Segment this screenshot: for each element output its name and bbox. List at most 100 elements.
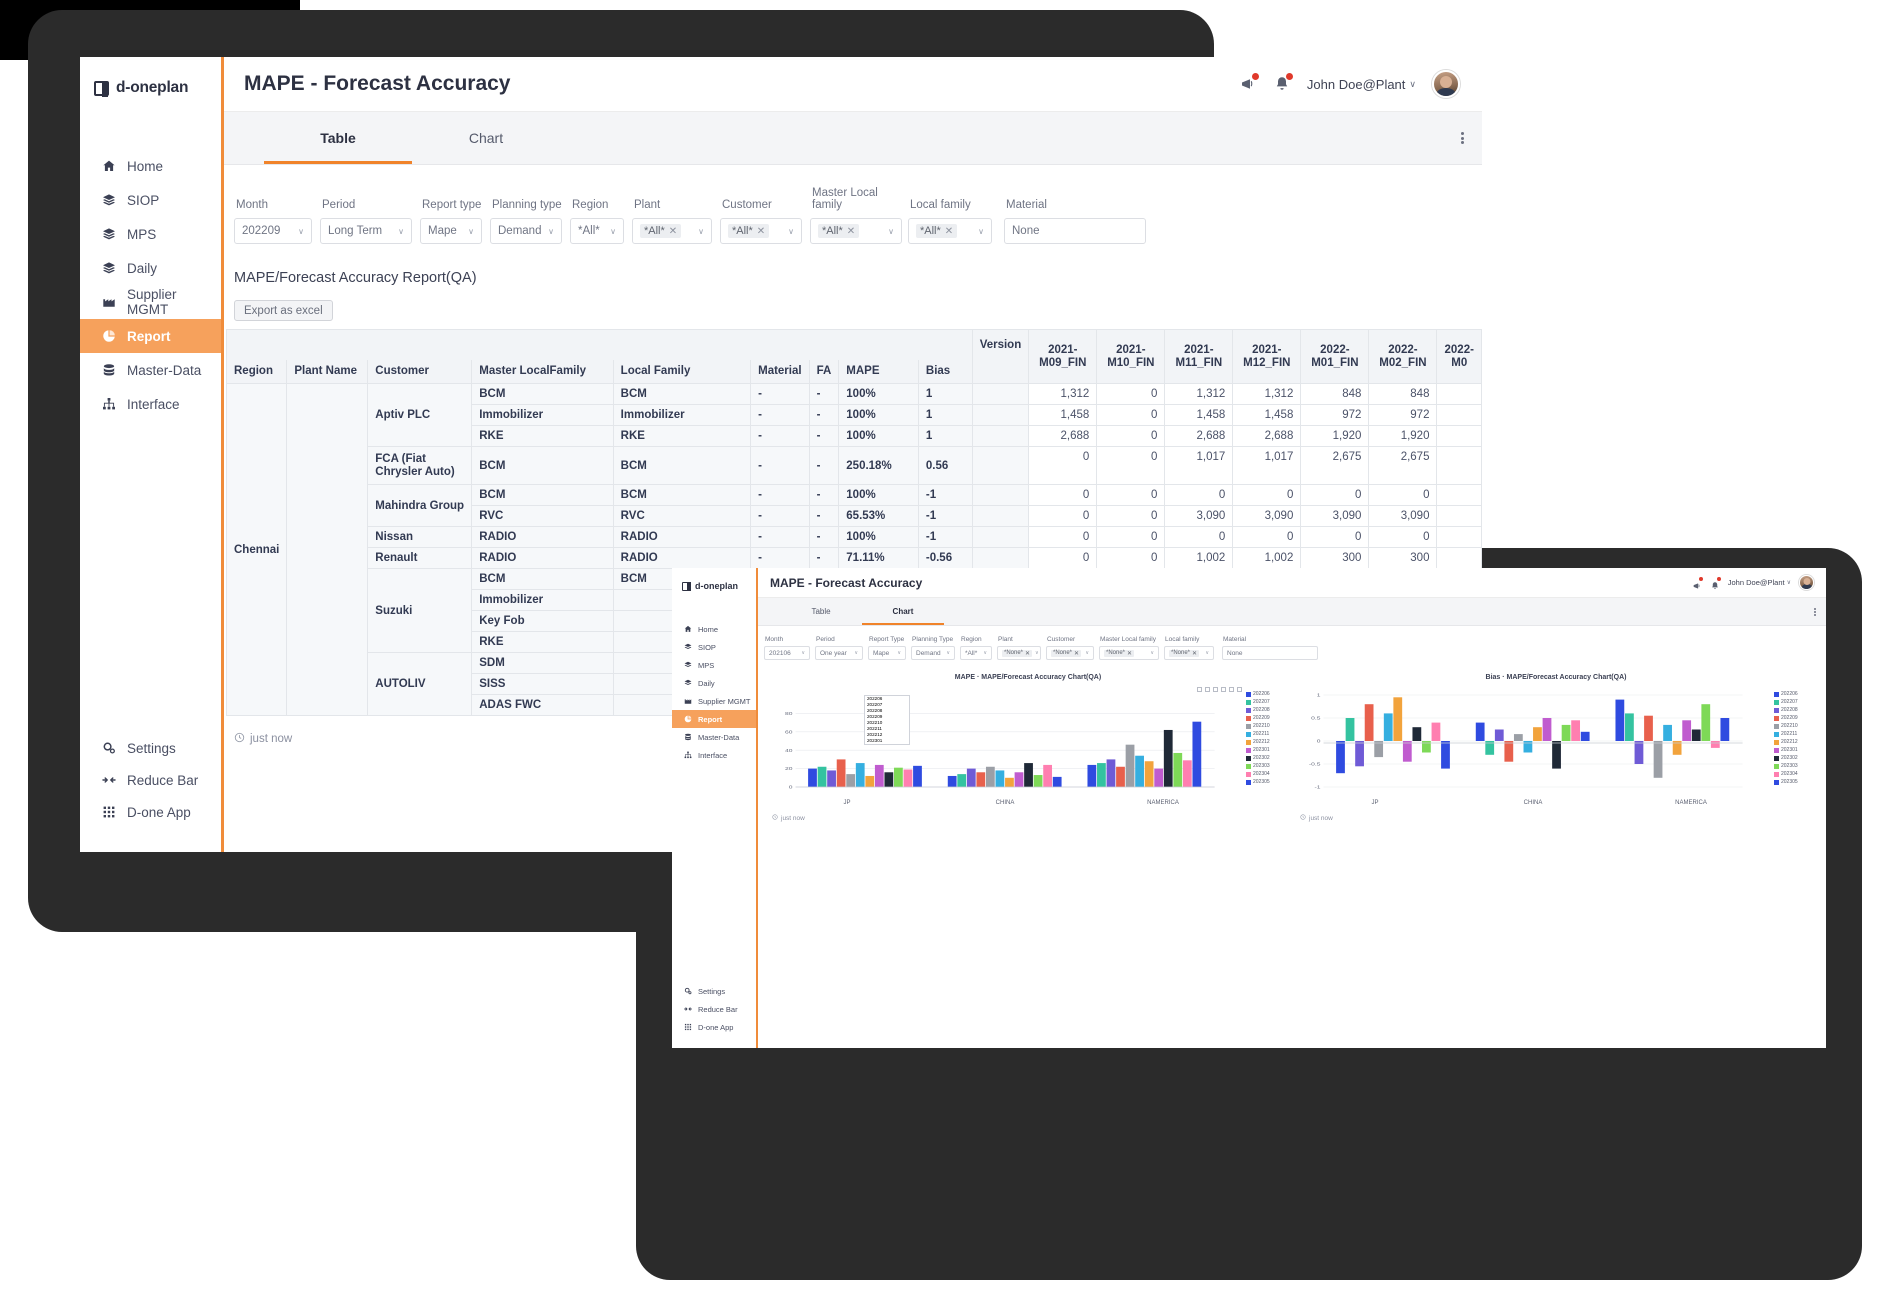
local-family-select[interactable]: *None*✕∨: [1164, 646, 1214, 660]
legend-item[interactable]: 202209: [1774, 715, 1816, 722]
tab-table[interactable]: Table: [264, 112, 412, 164]
legend-item[interactable]: 202207: [1246, 699, 1288, 706]
legend-item[interactable]: 202208: [1774, 707, 1816, 714]
chart-tool-icon[interactable]: [1197, 687, 1202, 692]
more-options-icon[interactable]: [1461, 112, 1482, 164]
planning-type-select[interactable]: Demand∨: [490, 218, 562, 244]
sidebar-item-settings[interactable]: Settings: [80, 732, 221, 764]
plant-tag[interactable]: *All*✕: [640, 224, 681, 238]
legend-item[interactable]: 202305: [1246, 779, 1288, 786]
sidebar-item-siop[interactable]: SIOP: [672, 638, 756, 656]
export-as-excel-button[interactable]: Export as excel: [234, 300, 333, 321]
legend-item[interactable]: 202210: [1246, 723, 1288, 730]
customer-select[interactable]: *All*✕∨: [720, 218, 802, 244]
table-row[interactable]: Nissan RADIO RADIO - - 100% -1 0 0 0 0: [227, 527, 1482, 548]
report-type-select[interactable]: Mape∨: [868, 646, 906, 660]
report-type-select[interactable]: Mape∨: [420, 218, 482, 244]
sidebar-item-home[interactable]: Home: [672, 620, 756, 638]
chart-tool-icon[interactable]: [1221, 687, 1226, 692]
local-family-tag[interactable]: *None*✕: [1169, 650, 1199, 657]
sidebar-item-daily[interactable]: Daily: [672, 674, 756, 692]
master-local-family-tag[interactable]: *None*✕: [1104, 650, 1134, 657]
table-row[interactable]: Mahindra Group BCM BCM - - 100% -1 0 0 0…: [227, 485, 1482, 506]
sidebar-item-supplier-mgmt[interactable]: Supplier MGMT: [80, 285, 221, 319]
master-local-family-select[interactable]: *All*✕∨: [810, 218, 902, 244]
sidebar-item-reduce-bar[interactable]: Reduce Bar: [80, 764, 221, 796]
chart-tool-icon[interactable]: [1213, 687, 1218, 692]
remove-tag-icon[interactable]: ✕: [1192, 650, 1197, 657]
head-version[interactable]: Version: [972, 330, 1029, 360]
chart-tool-icon[interactable]: [1205, 687, 1210, 692]
month-select[interactable]: 202209∨: [234, 218, 312, 244]
table-row[interactable]: Chennai Aptiv PLC BCM BCM - - 100% 1 1,3…: [227, 384, 1482, 405]
head-month-6[interactable]: 2022-M0: [1437, 330, 1482, 384]
plant-select[interactable]: *None*✕∨: [997, 646, 1041, 660]
head-bias[interactable]: Bias: [918, 360, 972, 384]
head-month-3[interactable]: 2021-M12_FIN: [1233, 330, 1301, 384]
region-select[interactable]: *All*∨: [960, 646, 992, 660]
chart-toolbar[interactable]: [1197, 687, 1242, 692]
more-options-icon[interactable]: [1814, 598, 1826, 625]
sidebar-item-d-one-app[interactable]: D-one App: [672, 1018, 756, 1036]
table-row[interactable]: Renault RADIO RADIO - - 71.11% -0.56 0 0…: [227, 548, 1482, 569]
announcement-icon[interactable]: [1239, 75, 1257, 93]
head-month-1[interactable]: 2021-M10_FIN: [1097, 330, 1165, 384]
legend-item[interactable]: 202305: [1774, 779, 1816, 786]
head-local-family[interactable]: Local Family: [613, 360, 750, 384]
sidebar-item-mps[interactable]: MPS: [672, 656, 756, 674]
remove-tag-icon[interactable]: ✕: [757, 226, 765, 237]
notification-bell-icon[interactable]: [1273, 75, 1291, 93]
month-select[interactable]: 202106∨: [764, 646, 810, 660]
legend-item[interactable]: 202208: [1246, 707, 1288, 714]
legend-item[interactable]: 202304: [1246, 771, 1288, 778]
head-month-0[interactable]: 2021-M09_FIN: [1029, 330, 1097, 384]
sidebar-item-report[interactable]: Report: [80, 319, 221, 353]
customer-tag[interactable]: *None*✕: [1051, 650, 1081, 657]
legend-item[interactable]: 202301: [1774, 747, 1816, 754]
app-logo[interactable]: d-oneplan: [80, 57, 221, 103]
planning-type-select[interactable]: Demand∨: [911, 646, 955, 660]
remove-tag-icon[interactable]: ✕: [1127, 650, 1132, 657]
period-select[interactable]: Long Term∨: [320, 218, 412, 244]
legend-item[interactable]: 202212: [1774, 739, 1816, 746]
head-month-4[interactable]: 2022-M01_FIN: [1301, 330, 1369, 384]
head-master-local-family[interactable]: Master LocalFamily: [472, 360, 613, 384]
plot-bias[interactable]: -1-0.500.51 2022062022072022082022092022…: [1296, 687, 1816, 799]
head-customer[interactable]: Customer: [368, 360, 472, 384]
avatar[interactable]: [1432, 70, 1460, 98]
legend-item[interactable]: 202211: [1246, 731, 1288, 738]
sidebar-item-supplier-mgmt[interactable]: Supplier MGMT: [672, 692, 756, 710]
master-local-family-tag[interactable]: *All*✕: [818, 224, 859, 238]
sidebar-item-master-data[interactable]: Master-Data: [672, 728, 756, 746]
local-family-tag[interactable]: *All*✕: [916, 224, 957, 238]
remove-tag-icon[interactable]: ✕: [847, 226, 855, 237]
user-menu[interactable]: John Doe@Plant ∨: [1728, 578, 1791, 587]
remove-tag-icon[interactable]: ✕: [1025, 650, 1030, 657]
period-select[interactable]: One year∨: [815, 646, 863, 660]
head-plant-name[interactable]: Plant Name: [287, 360, 368, 384]
sidebar-item-settings[interactable]: Settings: [672, 982, 756, 1000]
sidebar-item-interface[interactable]: Interface: [672, 746, 756, 764]
sidebar-item-daily[interactable]: Daily: [80, 251, 221, 285]
legend-item[interactable]: 202302: [1774, 755, 1816, 762]
customer-tag[interactable]: *All*✕: [728, 224, 769, 238]
legend-item[interactable]: 202212: [1246, 739, 1288, 746]
chart-legend-bias[interactable]: 2022062022072022082022092022102022112022…: [1774, 691, 1816, 786]
head-fa[interactable]: FA: [809, 360, 839, 384]
announcement-icon[interactable]: [1692, 578, 1702, 588]
material-input[interactable]: None: [1004, 218, 1146, 244]
legend-item[interactable]: 202206: [1246, 691, 1288, 698]
legend-item[interactable]: 202209: [1246, 715, 1288, 722]
sidebar-item-home[interactable]: Home: [80, 149, 221, 183]
avatar[interactable]: [1799, 575, 1814, 590]
chart-legend-mape[interactable]: 2022062022072022082022092022102022112022…: [1246, 691, 1288, 786]
head-month-2[interactable]: 2021-M11_FIN: [1165, 330, 1233, 384]
material-input[interactable]: None: [1222, 646, 1318, 660]
head-mape[interactable]: MAPE: [839, 360, 919, 384]
legend-item[interactable]: 202207: [1774, 699, 1816, 706]
legend-item[interactable]: 202303: [1246, 763, 1288, 770]
tab-table[interactable]: Table: [780, 598, 862, 625]
app-logo-2[interactable]: d-oneplan: [672, 568, 756, 594]
tab-chart[interactable]: Chart: [412, 112, 560, 164]
chart-tool-icon[interactable]: [1237, 687, 1242, 692]
